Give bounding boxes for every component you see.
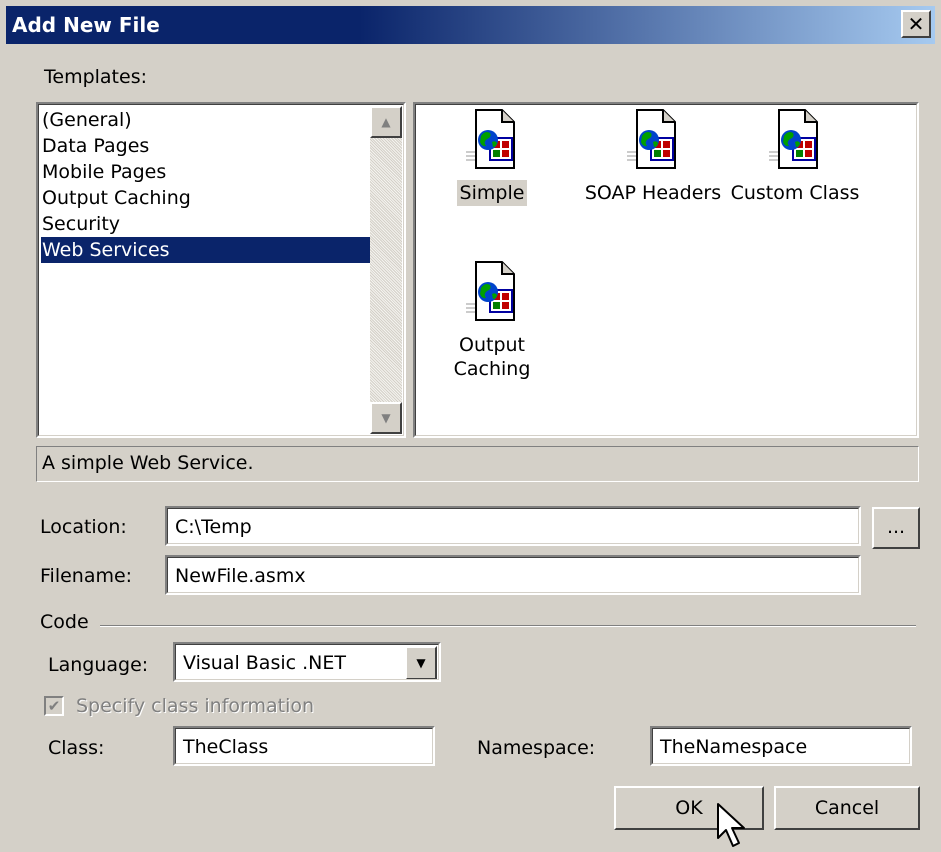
templates-label: Templates:: [44, 66, 147, 88]
class-label: Class:: [48, 737, 105, 759]
category-item[interactable]: Data Pages: [41, 133, 372, 159]
browse-button[interactable]: ...: [872, 507, 920, 549]
description-bar: A simple Web Service.: [36, 446, 919, 482]
class-input[interactable]: TheClass: [173, 726, 435, 766]
template-description: A simple Web Service.: [42, 452, 254, 474]
cancel-button[interactable]: Cancel: [774, 786, 920, 830]
template-item[interactable]: Simple: [437, 108, 547, 206]
namespace-label: Namespace:: [477, 737, 596, 759]
category-scrollbar[interactable]: ▲ ▼: [370, 106, 402, 434]
web-service-file-icon: [573, 108, 733, 170]
category-item[interactable]: Security: [41, 211, 372, 237]
language-select[interactable]: Visual Basic .NET ▼: [173, 642, 441, 682]
template-label: Simple: [456, 180, 528, 206]
add-new-file-dialog: Add New File ✕ Templates: (General) Data …: [0, 0, 941, 852]
namespace-value: TheNamespace: [660, 736, 808, 758]
location-value: C:\Temp: [175, 516, 252, 538]
language-value: Visual Basic .NET: [183, 652, 346, 674]
filename-label: Filename:: [40, 565, 133, 587]
category-item[interactable]: Mobile Pages: [41, 159, 372, 185]
web-service-file-icon: [437, 108, 547, 170]
mouse-cursor-icon: [717, 803, 745, 847]
template-item[interactable]: Output Caching: [437, 260, 547, 382]
web-service-file-icon: [715, 108, 875, 170]
location-label: Location:: [40, 516, 127, 538]
category-item[interactable]: Output Caching: [41, 185, 372, 211]
namespace-input[interactable]: TheNamespace: [650, 726, 912, 766]
code-group-divider: [100, 625, 916, 627]
template-item[interactable]: Custom Class: [715, 108, 875, 206]
window-title: Add New File: [12, 13, 160, 37]
web-service-file-icon: [437, 260, 547, 322]
category-listbox[interactable]: (General) Data Pages Mobile Pages Output Ca…: [36, 102, 406, 438]
chevron-down-icon[interactable]: ▼: [405, 646, 437, 680]
class-value: TheClass: [183, 736, 269, 758]
filename-value: NewFile.asmx: [175, 565, 306, 587]
scroll-up-button[interactable]: ▲: [370, 106, 402, 138]
specify-class-label: Specify class information: [76, 695, 315, 717]
language-label: Language:: [48, 654, 149, 676]
code-group-label: Code: [40, 611, 89, 633]
template-label: SOAP Headers: [584, 182, 722, 204]
category-item[interactable]: Web Services: [41, 237, 372, 263]
scroll-down-button[interactable]: ▼: [370, 402, 402, 434]
template-item[interactable]: SOAP Headers: [573, 108, 733, 206]
template-icon-view[interactable]: Simple SOAP Headers Custom Class Output …: [413, 102, 919, 438]
close-button[interactable]: ✕: [901, 10, 931, 38]
template-label: Custom Class: [730, 182, 860, 204]
category-item[interactable]: (General): [41, 107, 372, 133]
title-bar[interactable]: Add New File ✕: [6, 6, 935, 44]
template-label: Output Caching: [453, 334, 531, 380]
specify-class-checkbox[interactable]: ✔: [44, 696, 64, 716]
filename-input[interactable]: NewFile.asmx: [165, 555, 861, 595]
location-input[interactable]: C:\Temp: [165, 506, 861, 546]
